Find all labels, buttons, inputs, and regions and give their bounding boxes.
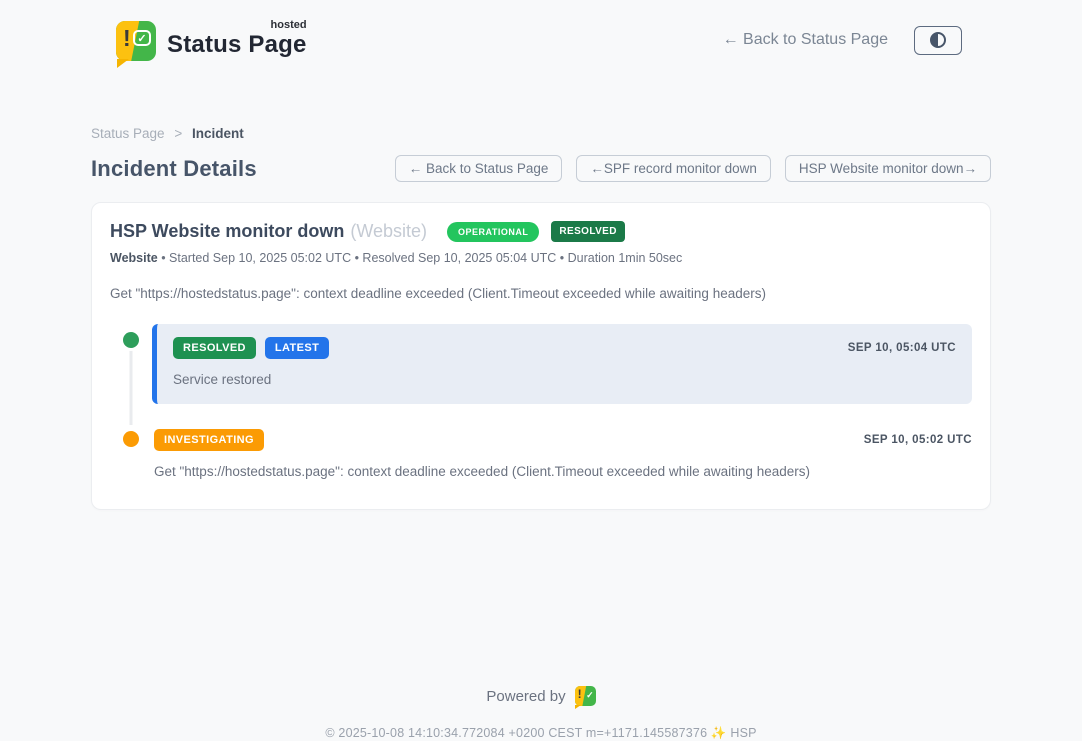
- operational-badge: OPERATIONAL: [447, 222, 539, 242]
- timeline-entry-investigating: INVESTIGATING SEP 10, 05:02 UTC Get "htt…: [152, 429, 972, 479]
- logo-text: Status Page: [167, 31, 307, 58]
- incident-nav-buttons: ← Back to Status Page ←SPF record monito…: [395, 155, 991, 182]
- powered-by-label: Powered by: [486, 688, 565, 705]
- check-glyph: ✓: [133, 30, 151, 46]
- timeline-entry-resolved: RESOLVED LATEST SEP 10, 05:04 UTC Servic…: [152, 324, 972, 404]
- footer: Powered by ! ✓ © 2025-10-08 14:10:34.772…: [91, 686, 991, 741]
- incident-description: Get "https://hostedstatus.page": context…: [110, 286, 972, 301]
- timeline-entry-head: INVESTIGATING SEP 10, 05:02 UTC: [154, 429, 972, 451]
- logo-bubble-tail: [117, 59, 129, 68]
- contrast-icon: [930, 32, 946, 48]
- header: ! ✓ Status Page hosted ← Back to Status …: [0, 0, 1082, 76]
- mini-check-glyph: ✓: [586, 690, 594, 701]
- incident-title-row: HSP Website monitor down (Website) OPERA…: [110, 221, 972, 242]
- timeline-entry-badges: RESOLVED LATEST: [173, 337, 329, 359]
- statuspage-mini-logo-icon: ! ✓: [575, 686, 596, 706]
- timeline-entry-message: Service restored: [173, 372, 956, 387]
- incident-service-name: Website: [110, 251, 158, 265]
- main-container: Status Page > Incident Incident Details …: [91, 126, 991, 741]
- mini-logo-tail: [575, 705, 581, 709]
- breadcrumb-root[interactable]: Status Page: [91, 126, 165, 141]
- incident-meta: Website • Started Sep 10, 2025 05:02 UTC…: [110, 251, 972, 265]
- incident-meta-details: • Started Sep 10, 2025 05:02 UTC • Resol…: [161, 251, 682, 265]
- logo-text-wrap: Status Page hosted: [167, 19, 307, 59]
- latest-badge: LATEST: [265, 337, 329, 359]
- copyright-line: © 2025-10-08 14:10:34.772084 +0200 CEST …: [91, 726, 991, 741]
- incident-scope: (Website): [350, 221, 427, 242]
- prev-incident-button[interactable]: ←SPF record monitor down: [576, 155, 771, 182]
- mini-logo-bubble: ! ✓: [575, 686, 596, 706]
- back-to-status-page-link[interactable]: ← Back to Status Page: [723, 31, 888, 49]
- timeline-entry-head: RESOLVED LATEST SEP 10, 05:04 UTC: [173, 337, 956, 359]
- timeline-entry-timestamp: SEP 10, 05:04 UTC: [848, 342, 956, 354]
- header-right: ← Back to Status Page: [723, 26, 962, 55]
- back-to-status-page-button[interactable]: ← Back to Status Page: [395, 155, 563, 182]
- timeline-entry-badges: INVESTIGATING: [154, 429, 264, 451]
- resolved-badge: RESOLVED: [173, 337, 256, 359]
- timeline-entry-message: Get "https://hostedstatus.page": context…: [154, 464, 972, 479]
- incident-timeline: RESOLVED LATEST SEP 10, 05:04 UTC Servic…: [110, 324, 972, 479]
- timeline-dot-resolved: [123, 332, 139, 348]
- logo-bubble: ! ✓: [116, 21, 156, 61]
- breadcrumb-separator: >: [174, 126, 182, 141]
- theme-toggle-button[interactable]: [914, 26, 962, 55]
- incident-card: HSP Website monitor down (Website) OPERA…: [91, 202, 991, 510]
- investigating-badge: INVESTIGATING: [154, 429, 264, 451]
- timeline-dot-investigating: [123, 431, 139, 447]
- mini-exclamation-glyph: !: [578, 688, 582, 700]
- incident-title: HSP Website monitor down: [110, 221, 344, 242]
- logo-hosted-label: hosted: [271, 19, 307, 31]
- timeline-connector-line: [130, 342, 133, 425]
- timeline-entry-timestamp: SEP 10, 05:02 UTC: [864, 434, 972, 446]
- next-incident-button[interactable]: HSP Website monitor down→: [785, 155, 991, 182]
- powered-by[interactable]: Powered by ! ✓: [486, 686, 595, 706]
- resolved-status-badge: RESOLVED: [551, 221, 624, 242]
- breadcrumb-current: Incident: [192, 126, 244, 141]
- statuspage-logo-icon: ! ✓: [116, 21, 156, 61]
- logo[interactable]: ! ✓ Status Page hosted: [116, 19, 307, 61]
- breadcrumb: Status Page > Incident: [91, 126, 991, 141]
- exclamation-glyph: !: [123, 27, 131, 50]
- page-title: Incident Details: [91, 156, 257, 182]
- title-row: Incident Details ← Back to Status Page ←…: [91, 155, 991, 182]
